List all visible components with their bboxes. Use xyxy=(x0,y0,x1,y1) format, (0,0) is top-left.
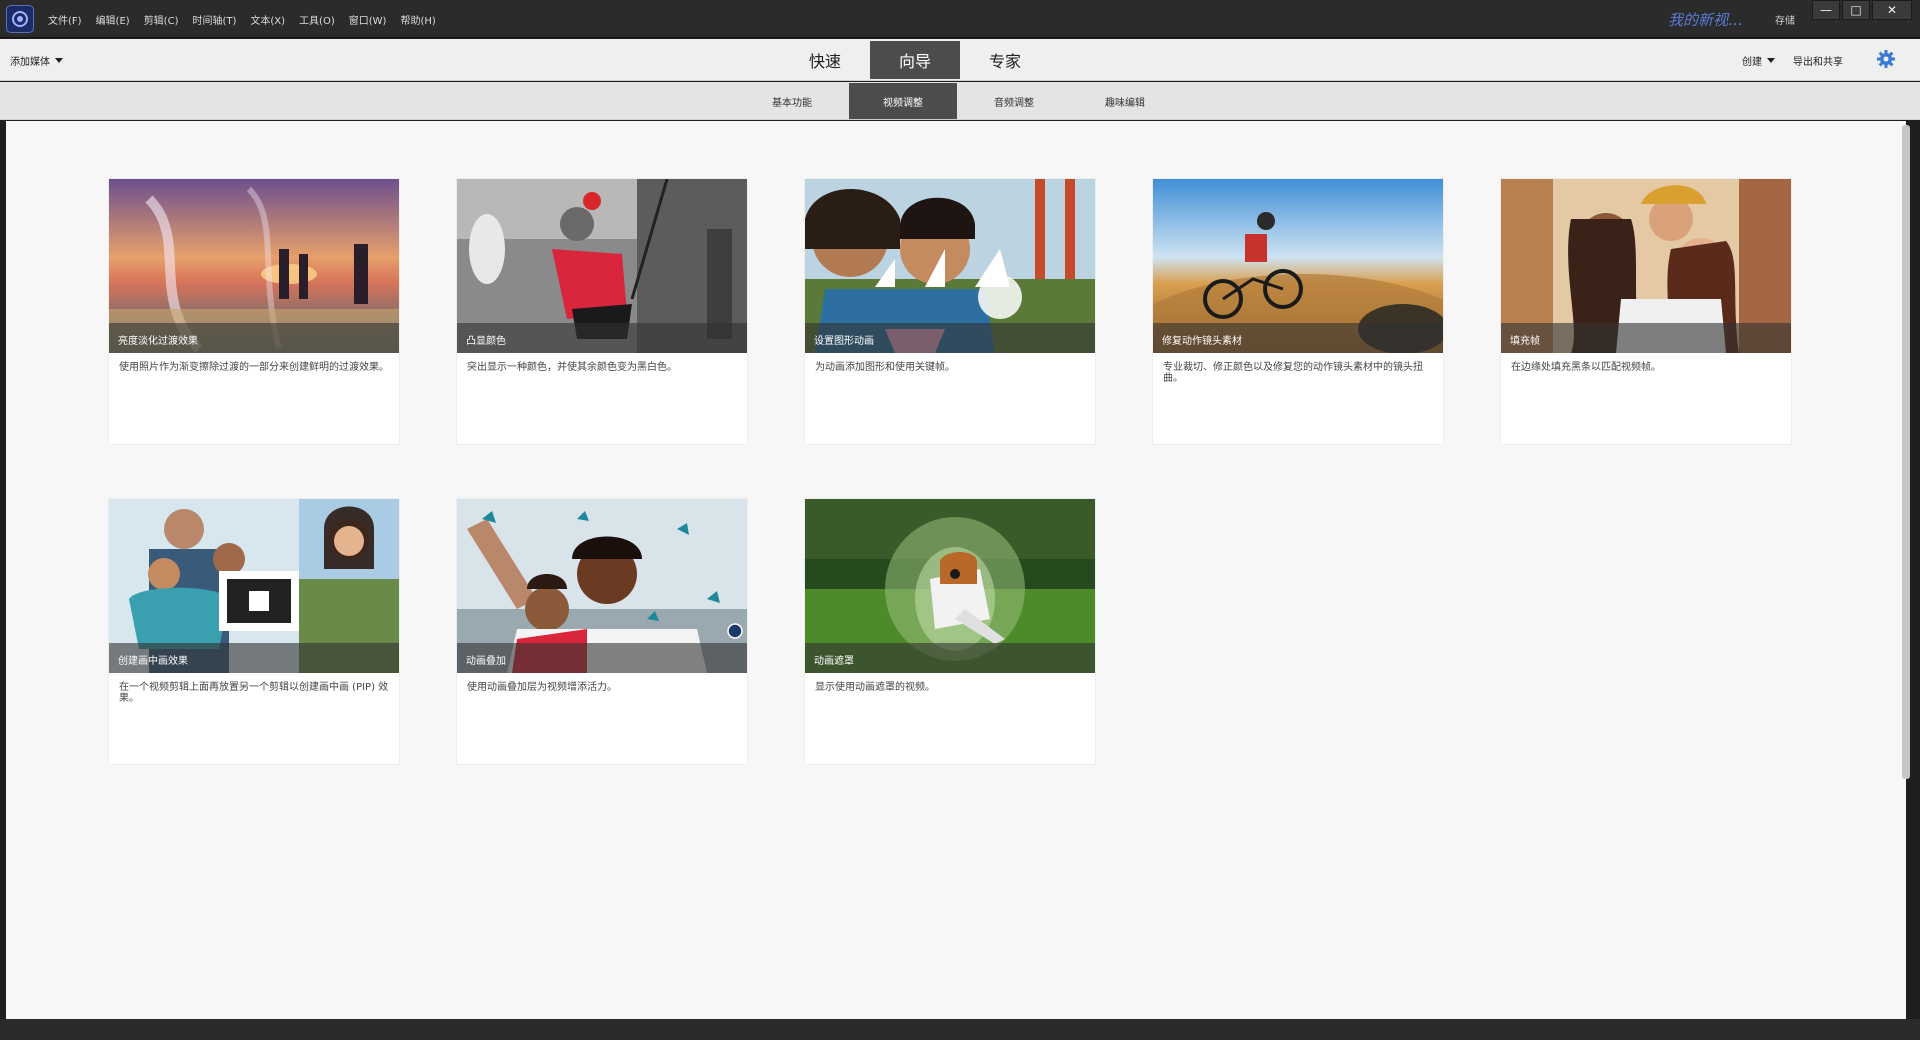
guided-card-fix-action-cam[interactable]: 修复动作镜头素材 专业裁切、修正颜色以及修复您的动作镜头素材中的镜头扭曲。 xyxy=(1153,179,1443,444)
card-title: 凸显颜色 xyxy=(457,323,747,353)
guided-card-picture-in-picture[interactable]: 创建画中画效果 在一个视频剪辑上面再放置另一个剪辑以创建画中画 (PIP) 效果… xyxy=(109,499,399,764)
create-label: 创建 xyxy=(1742,57,1762,68)
title-bar: 文件(F) 编辑(E) 剪辑(C) 时间轴(T) 文本(X) 工具(O) 窗口(… xyxy=(0,0,1920,38)
app-logo-icon[interactable] xyxy=(6,5,34,33)
tab-quick[interactable]: 快速 xyxy=(780,41,870,79)
guided-category-tabs: 基本功能 视频调整 音频调整 趣味编辑 xyxy=(738,83,1182,119)
maximize-button[interactable]: □ xyxy=(1842,0,1870,20)
status-bar xyxy=(0,1019,1920,1040)
card-thumbnail: 创建画中画效果 xyxy=(109,499,399,673)
card-title: 修复动作镜头素材 xyxy=(1153,323,1443,353)
vertical-scrollbar[interactable] xyxy=(1902,125,1910,779)
project-name[interactable]: 我的新视... xyxy=(1668,9,1742,30)
card-thumbnail: 凸显颜色 xyxy=(457,179,747,353)
card-title: 动画叠加 xyxy=(457,643,747,673)
guided-card-animated-overlay[interactable]: 动画叠加 使用动画叠加层为视频增添活力。 xyxy=(457,499,747,764)
card-title: 填充帧 xyxy=(1501,323,1791,353)
card-thumbnail: 修复动作镜头素材 xyxy=(1153,179,1443,353)
menu-clip[interactable]: 剪辑(C) xyxy=(144,12,179,27)
card-description: 为动画添加图形和使用关键帧。 xyxy=(815,362,955,373)
card-description: 使用动画叠加层为视频增添活力。 xyxy=(467,682,617,693)
create-button[interactable]: 创建 xyxy=(1742,53,1775,68)
card-thumbnail: 亮度淡化过渡效果 xyxy=(109,179,399,353)
guided-card-luma-fade[interactable]: 亮度淡化过渡效果 使用照片作为渐变擦除过渡的一部分来创建鲜明的过渡效果。 xyxy=(109,179,399,444)
window-controls: — □ ✕ xyxy=(1810,0,1912,20)
guided-category-bar: 基本功能 视频调整 音频调整 趣味编辑 xyxy=(0,82,1920,120)
mode-bar: 添加媒体 快速 向导 专家 创建 导出和共享 xyxy=(0,39,1920,81)
card-title: 亮度淡化过渡效果 xyxy=(109,323,399,353)
card-description: 在一个视频剪辑上面再放置另一个剪辑以创建画中画 (PIP) 效果。 xyxy=(119,682,389,704)
card-description: 使用照片作为渐变擦除过渡的一部分来创建鲜明的过渡效果。 xyxy=(119,362,389,373)
card-thumbnail: 填充帧 xyxy=(1501,179,1791,353)
card-title: 动画遮罩 xyxy=(805,643,1095,673)
menu-tools[interactable]: 工具(O) xyxy=(299,12,335,27)
guided-card-animated-matte[interactable]: 动画遮罩 显示使用动画遮罩的视频。 xyxy=(805,499,1095,764)
tab-video-adjustments[interactable]: 视频调整 xyxy=(849,83,957,119)
guided-card-fill-frame[interactable]: 填充帧 在边缘处填充黑条以匹配视频帧。 xyxy=(1501,179,1791,444)
menu-window[interactable]: 窗口(W) xyxy=(349,12,387,27)
card-title: 创建画中画效果 xyxy=(109,643,399,673)
card-title: 设置图形动画 xyxy=(805,323,1095,353)
card-description: 突出显示一种颜色，并使其余颜色变为黑白色。 xyxy=(467,362,677,373)
tab-guided[interactable]: 向导 xyxy=(870,41,960,79)
card-thumbnail: 动画叠加 xyxy=(457,499,747,673)
card-description: 专业裁切、修正颜色以及修复您的动作镜头素材中的镜头扭曲。 xyxy=(1163,362,1423,384)
guided-edits-gallery: 亮度淡化过渡效果 使用照片作为渐变擦除过渡的一部分来创建鲜明的过渡效果。 凸显颜… xyxy=(6,121,1906,1019)
tab-fun-edits[interactable]: 趣味编辑 xyxy=(1071,83,1179,119)
export-share-button[interactable]: 导出和共享 xyxy=(1793,53,1843,68)
caret-down-icon xyxy=(1767,58,1775,63)
menu-edit[interactable]: 编辑(E) xyxy=(96,12,130,27)
mode-tabs: 快速 向导 专家 xyxy=(780,41,1050,79)
card-thumbnail: 动画遮罩 xyxy=(805,499,1095,673)
card-thumbnail: 设置图形动画 xyxy=(805,179,1095,353)
menu-timeline[interactable]: 时间轴(T) xyxy=(192,12,236,27)
guided-card-color-pop[interactable]: 凸显颜色 突出显示一种颜色，并使其余颜色变为黑白色。 xyxy=(457,179,747,444)
menu-file[interactable]: 文件(F) xyxy=(48,12,82,27)
menu-text[interactable]: 文本(X) xyxy=(250,12,285,27)
minimize-button[interactable]: — xyxy=(1812,0,1840,20)
gear-icon[interactable] xyxy=(1876,49,1896,73)
close-button[interactable]: ✕ xyxy=(1872,0,1912,20)
add-media-button[interactable]: 添加媒体 xyxy=(10,53,63,68)
card-description: 显示使用动画遮罩的视频。 xyxy=(815,682,935,693)
tab-audio-adjustments[interactable]: 音频调整 xyxy=(960,83,1068,119)
tab-expert[interactable]: 专家 xyxy=(960,41,1050,79)
card-description: 在边缘处填充黑条以匹配视频帧。 xyxy=(1511,362,1661,373)
add-media-label: 添加媒体 xyxy=(10,57,50,68)
tab-basics[interactable]: 基本功能 xyxy=(738,83,846,119)
menu-help[interactable]: 帮助(H) xyxy=(400,12,435,27)
menu-bar: 文件(F) 编辑(E) 剪辑(C) 时间轴(T) 文本(X) 工具(O) 窗口(… xyxy=(48,0,450,38)
guided-card-animate-graphics[interactable]: 设置图形动画 为动画添加图形和使用关键帧。 xyxy=(805,179,1095,444)
save-button[interactable]: 存储 xyxy=(1775,12,1795,27)
caret-down-icon xyxy=(55,58,63,63)
